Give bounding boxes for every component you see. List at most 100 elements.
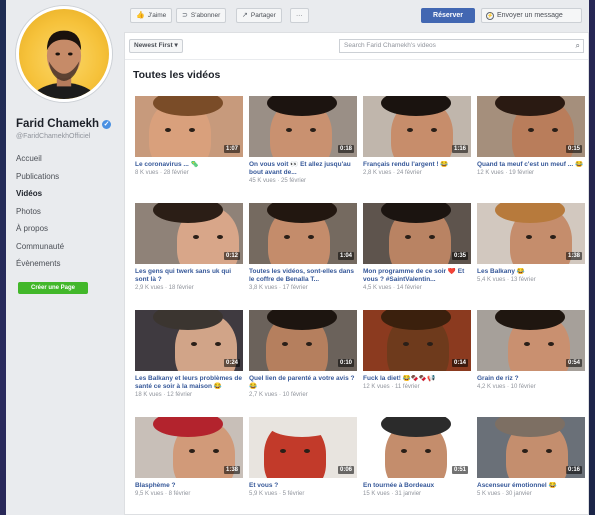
nav-item-evenements[interactable]: Évènements (16, 255, 64, 273)
share-arrow-icon: ↗ (242, 12, 248, 19)
video-card[interactable]: 0:10 Quel lien de parenté a votre avis ? … (249, 310, 357, 417)
sort-dropdown[interactable]: Newest First ▾ (129, 39, 183, 53)
page-name-text[interactable]: Farid Chamekh (16, 118, 99, 130)
video-thumbnail[interactable]: 0:16 (477, 417, 585, 478)
video-title[interactable]: Fuck la diet! 😂🍫🍫📢 (363, 375, 471, 383)
video-thumbnail[interactable]: 0:35 (363, 203, 471, 264)
more-button[interactable]: ··· (290, 8, 309, 23)
video-duration: 0:16 (565, 466, 582, 474)
video-title[interactable]: Toutes les vidéos, sont-elles dans le co… (249, 268, 357, 284)
thumbnail-eye (215, 342, 221, 346)
nav-item-communaute[interactable]: Communauté (16, 238, 64, 256)
video-card[interactable]: 1:38 Les Balkany 😂 5,4 K vues · 13 février (477, 203, 585, 310)
nav-item-photos[interactable]: Photos (16, 203, 64, 221)
video-meta: 2,9 K vues · 18 février (135, 285, 194, 291)
video-thumbnail[interactable]: 0:18 (249, 96, 357, 157)
video-title[interactable]: Mon programme de ce soir ❤️ Et vous ? #S… (363, 268, 471, 284)
video-title[interactable]: Ascenseur émotionnel 😂 (477, 482, 585, 490)
page-handle[interactable]: @FaridChamekhOfficiel (16, 133, 90, 140)
video-title[interactable]: On vous voit 👀 Et allez jusqu'au bout av… (249, 161, 357, 177)
video-card[interactable]: 0:12 Les gens qui twerk sans uk qui sont … (135, 203, 243, 310)
book-button[interactable]: Réserver (421, 8, 475, 23)
video-card[interactable]: 0:16 Ascenseur émotionnel 😂 5 K vues · 30 … (477, 417, 585, 515)
video-thumbnail[interactable]: 1:16 (363, 96, 471, 157)
thumbnail-eye (217, 235, 223, 239)
send-message-button[interactable]: ⚡ Envoyer un message (481, 8, 582, 23)
subscribe-button[interactable]: ⊃ S'abonner (176, 8, 227, 23)
more-ellipsis-icon: ··· (296, 12, 303, 19)
video-card[interactable]: 0:24 Les Balkany et leurs problèmes de sa… (135, 310, 243, 417)
nav-item-publications[interactable]: Publications (16, 168, 64, 186)
thumbnail-eye (431, 128, 437, 132)
video-thumbnail[interactable]: 1:07 (135, 96, 243, 157)
video-card[interactable]: 0:15 Quand ta meuf c'est un meuf ... 😂 12 … (477, 96, 585, 203)
section-title: Toutes les vidéos (133, 69, 221, 81)
video-thumbnail[interactable]: 0:10 (249, 310, 357, 371)
video-title[interactable]: Les Balkany et leurs problèmes de santé … (135, 375, 243, 391)
video-card[interactable]: 0:18 On vous voit 👀 Et allez jusqu'au bou… (249, 96, 357, 203)
video-title[interactable]: Les Balkany 😂 (477, 268, 585, 276)
video-card[interactable]: 0:51 En tournée à Bordeaux 15 K vues · 31 … (363, 417, 471, 515)
video-thumbnail[interactable]: 0:06 (249, 417, 357, 478)
video-card[interactable]: 0:14 Fuck la diet! 😂🍫🍫📢 12 K vues · 11 fév… (363, 310, 471, 417)
video-card[interactable]: 0:35 Mon programme de ce soir ❤️ Et vous … (363, 203, 471, 310)
video-search-input[interactable]: Search Farid Chamekh's videos ⌕ (339, 39, 584, 53)
video-title[interactable]: Grain de riz ? (477, 375, 585, 383)
subscribe-label: S'abonner (190, 12, 221, 19)
thumbnail-eye (522, 449, 528, 453)
video-thumbnail[interactable]: 0:24 (135, 310, 243, 371)
share-label: Partager (250, 12, 276, 19)
search-icon[interactable]: ⌕ (576, 41, 580, 51)
video-thumbnail[interactable]: 0:51 (363, 417, 471, 478)
nav-item-videos[interactable]: Vidéos (16, 185, 64, 203)
video-duration: 0:51 (451, 466, 468, 474)
video-title[interactable]: Français rendu l'argent ! 😂 (363, 161, 471, 169)
video-thumbnail[interactable]: 0:12 (135, 203, 243, 264)
video-meta: 8 K vues · 28 février (135, 170, 189, 176)
video-thumbnail[interactable]: 1:38 (135, 417, 243, 478)
page-name[interactable]: Farid Chamekh ✓ (16, 118, 112, 130)
avatar-portrait (29, 30, 99, 99)
video-duration: 0:18 (337, 145, 354, 153)
thumbnail-eye (280, 449, 286, 453)
create-page-button[interactable]: Créer une Page (18, 282, 88, 294)
nav-item-a-propos[interactable]: À propos (16, 220, 64, 238)
video-thumbnail[interactable]: 0:14 (363, 310, 471, 371)
video-title[interactable]: Blasphème ? (135, 482, 243, 490)
video-meta: 2,7 K vues · 10 février (249, 392, 308, 398)
thumbnail-eye (191, 342, 197, 346)
divider (125, 59, 588, 60)
video-meta: 3,8 K vues · 17 février (249, 285, 308, 291)
thumbnail-eye (286, 128, 292, 132)
verified-badge-icon: ✓ (102, 119, 112, 129)
profile-avatar[interactable] (16, 6, 112, 102)
video-title[interactable]: Le coronavirus ... 🦠 (135, 161, 243, 169)
video-card[interactable]: 1:38 Blasphème ? 9,5 K vues · 8 février (135, 417, 243, 515)
video-meta: 4,5 K vues · 14 février (363, 285, 422, 291)
video-duration: 1:04 (337, 252, 354, 260)
video-thumbnail[interactable]: 1:04 (249, 203, 357, 264)
video-title[interactable]: En tournée à Bordeaux (363, 482, 471, 490)
video-card[interactable]: 0:06 Et vous ? 5,9 K vues · 5 février (249, 417, 357, 515)
video-thumbnail[interactable]: 0:15 (477, 96, 585, 157)
thumbnail-eye (429, 235, 435, 239)
video-title[interactable]: Les gens qui twerk sans uk qui sont là ? (135, 268, 243, 284)
thumbnail-eye (193, 235, 199, 239)
video-thumbnail[interactable]: 1:38 (477, 203, 585, 264)
video-meta: 5 K vues · 30 janvier (477, 491, 532, 497)
video-title[interactable]: Et vous ? (249, 482, 357, 490)
video-title[interactable]: Quand ta meuf c'est un meuf ... 😂 (477, 161, 585, 169)
like-button[interactable]: 👍 J'aime (130, 8, 173, 23)
video-card[interactable]: 1:07 Le coronavirus ... 🦠 8 K vues · 28 fé… (135, 96, 243, 203)
video-card[interactable]: 0:54 Grain de riz ? 4,2 K vues · 10 févrie… (477, 310, 585, 417)
video-title[interactable]: Quel lien de parenté a votre avis ? 😂 (249, 375, 357, 391)
video-card[interactable]: 1:16 Français rendu l'argent ! 😂 2,8 K vue… (363, 96, 471, 203)
video-thumbnail[interactable]: 0:54 (477, 310, 585, 371)
video-card[interactable]: 1:04 Toutes les vidéos, sont-elles dans l… (249, 203, 357, 310)
thumbnail-eye (306, 342, 312, 346)
nav-item-accueil[interactable]: Accueil (16, 150, 64, 168)
thumbnail-eye (427, 342, 433, 346)
video-duration: 0:10 (337, 359, 354, 367)
share-button[interactable]: ↗ Partager (236, 8, 282, 23)
video-meta: 5,9 K vues · 5 février (249, 491, 305, 497)
